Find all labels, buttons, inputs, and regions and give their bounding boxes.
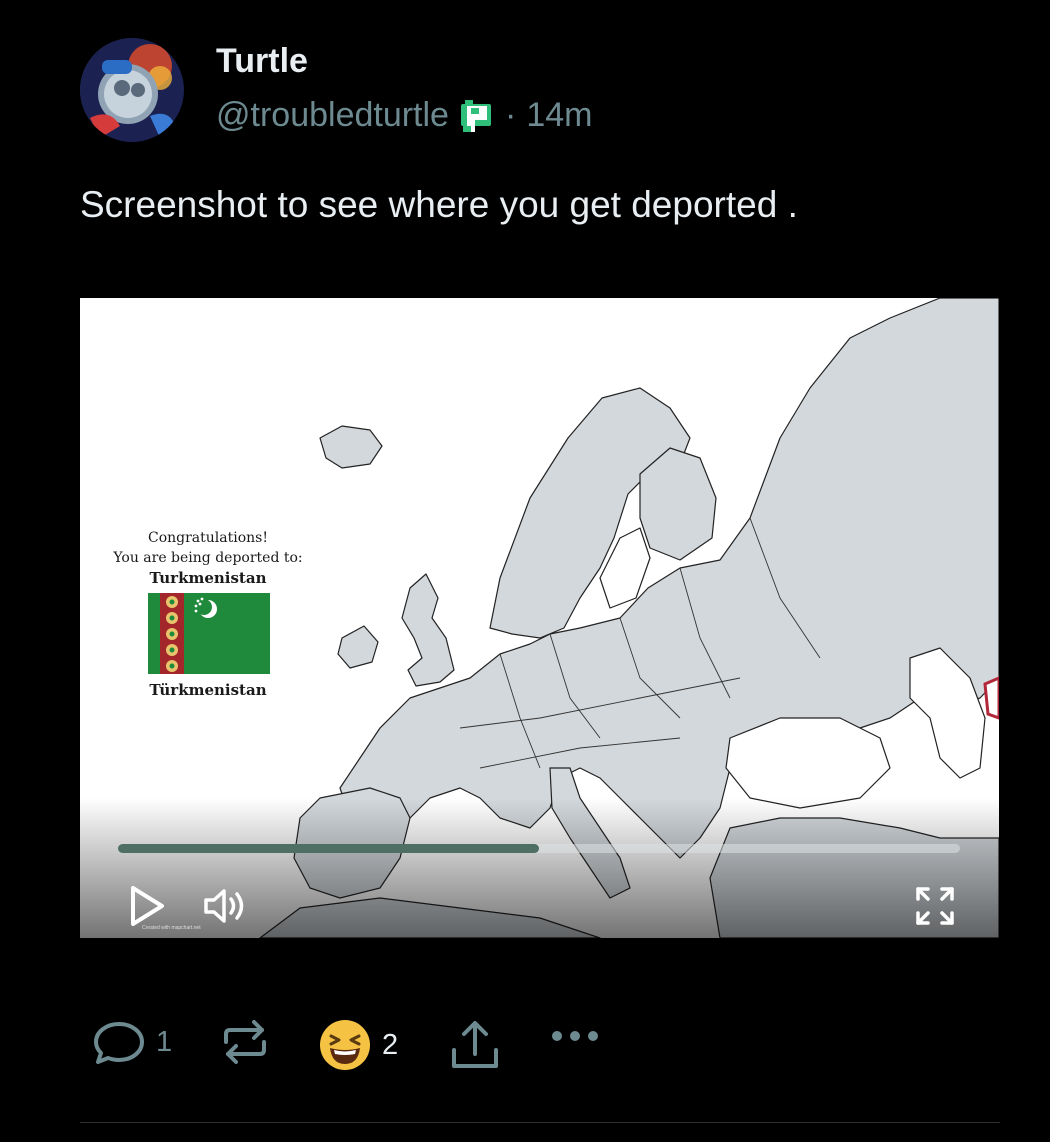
post: Turtle @troubledturtle · 14m Screenshot … [0, 0, 1050, 1142]
share-icon [452, 1021, 498, 1068]
post-text: Screenshot to see where you get deported… [80, 184, 798, 225]
fullscreen-icon[interactable] [914, 885, 956, 927]
overlay-deported-line: You are being deported to: [113, 550, 303, 566]
progress-bar[interactable] [118, 844, 960, 853]
video-watermark: Created with mapchart.net [142, 925, 201, 931]
video-player[interactable]: Congratulations! You are being deported … [80, 298, 999, 938]
overlay-country-native: Türkmenistan [149, 681, 267, 699]
meta-separator: · [504, 96, 517, 134]
post-divider [80, 1122, 1000, 1123]
volume-icon[interactable] [202, 886, 250, 926]
reply-icon [94, 1022, 144, 1064]
laugh-emoji-icon [320, 1020, 370, 1070]
reaction-count: 2 [382, 1028, 399, 1061]
overlay-congrats: Congratulations! [148, 530, 268, 546]
repost-icon [224, 1020, 266, 1064]
handle[interactable]: @troubledturtle [216, 96, 449, 135]
play-icon[interactable] [128, 884, 168, 928]
display-name[interactable]: Turtle [216, 42, 308, 81]
author-meta: @troubledturtle · 14m [216, 96, 592, 135]
p-badge-icon [460, 99, 491, 132]
turkmenistan-flag [148, 593, 270, 674]
repost-button[interactable] [218, 1018, 272, 1066]
share-button[interactable] [448, 1018, 502, 1072]
timestamp[interactable]: 14m [526, 96, 592, 135]
progress-fill [118, 844, 539, 853]
more-options-button[interactable] [550, 1026, 600, 1046]
reply-button[interactable]: 1 [92, 1018, 172, 1066]
more-icon [552, 1031, 598, 1041]
reaction-button[interactable]: 2 [318, 1018, 398, 1072]
avatar-image [80, 38, 184, 142]
reply-count: 1 [156, 1025, 173, 1058]
post-actions: 1 2 [80, 1010, 1000, 1076]
overlay-country: Turkmenistan [149, 569, 267, 587]
avatar[interactable] [80, 38, 184, 142]
